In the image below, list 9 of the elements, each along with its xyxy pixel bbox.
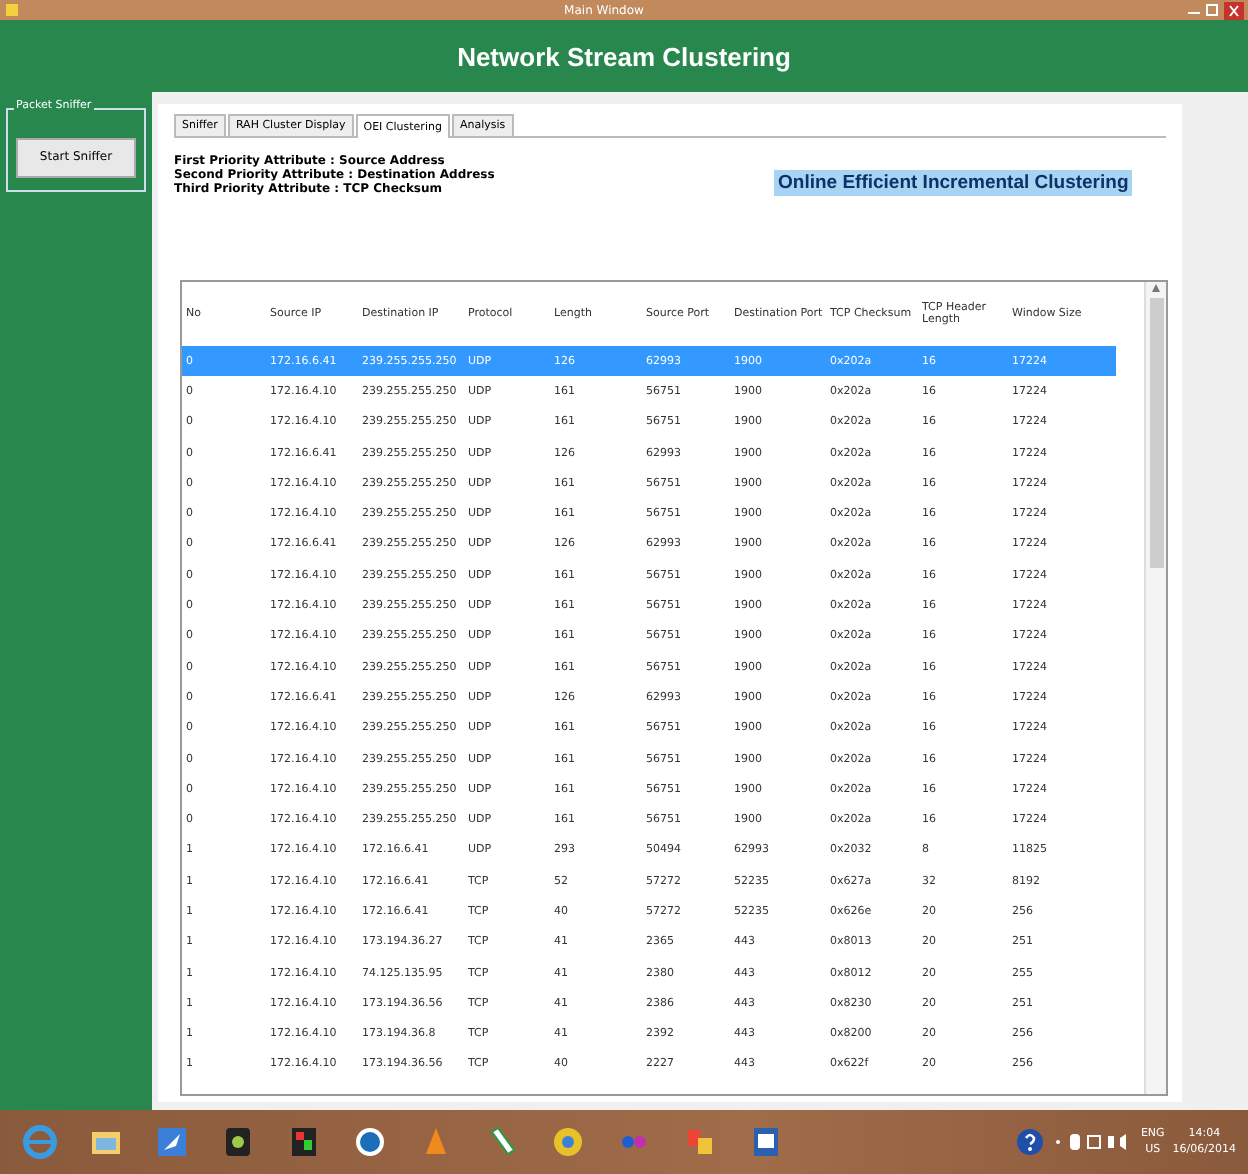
up-arrow-icon[interactable] <box>1150 282 1162 294</box>
app-title: Network Stream Clustering <box>457 41 791 71</box>
banner-label: Online Efficient Incremental Clustering <box>774 170 1133 196</box>
app-icon <box>4 2 20 18</box>
scrollbar[interactable] <box>1144 282 1166 1094</box>
scroll-thumb[interactable] <box>1149 298 1163 568</box>
close-icon[interactable] <box>1224 1 1244 19</box>
help-icon[interactable] <box>1016 1128 1045 1156</box>
maximize-icon[interactable] <box>1206 4 1218 16</box>
